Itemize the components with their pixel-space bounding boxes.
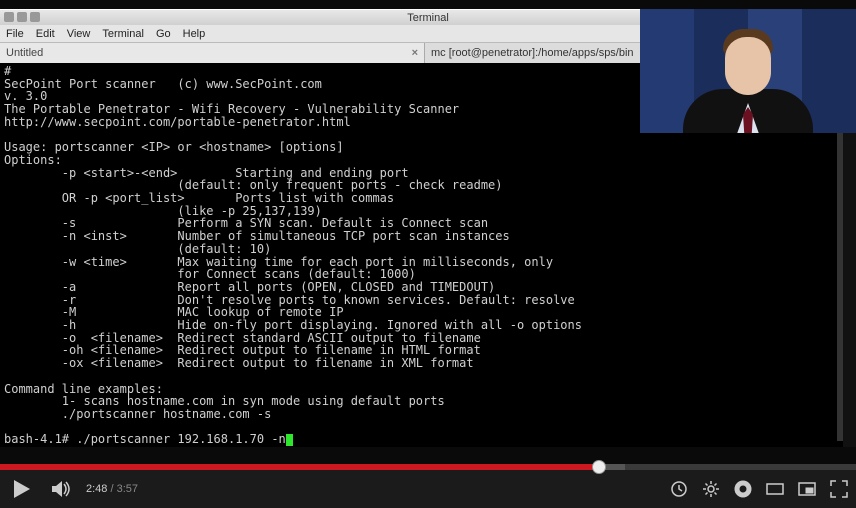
menu-terminal[interactable]: Terminal bbox=[102, 28, 144, 40]
theater-button[interactable] bbox=[764, 478, 786, 500]
terminal-cursor-icon bbox=[286, 434, 293, 446]
progress-handle-icon[interactable] bbox=[592, 460, 606, 474]
volume-button[interactable] bbox=[44, 470, 80, 508]
size-icon bbox=[798, 480, 816, 498]
annotations-button[interactable] bbox=[732, 478, 754, 500]
time-duration: 3:57 bbox=[117, 483, 138, 495]
terminal-command: ./portscanner 192.168.1.70 -n bbox=[76, 432, 286, 446]
menu-go[interactable]: Go bbox=[156, 28, 171, 40]
tab-untitled[interactable]: Untitled × bbox=[0, 43, 425, 63]
clock-icon bbox=[670, 480, 688, 498]
volume-icon bbox=[52, 480, 72, 498]
terminal-prompt: bash-4.1# bbox=[4, 432, 76, 446]
webcam-overlay bbox=[640, 9, 856, 133]
settings-button[interactable] bbox=[700, 478, 722, 500]
fullscreen-icon bbox=[830, 480, 848, 498]
fullscreen-button[interactable] bbox=[828, 478, 850, 500]
terminal-output: # SecPoint Port scanner (c) www.SecPoint… bbox=[4, 64, 582, 421]
play-icon bbox=[14, 480, 30, 498]
video-controls: 2:48 / 3:57 bbox=[0, 470, 856, 508]
watch-later-button[interactable] bbox=[668, 478, 690, 500]
gear-icon bbox=[702, 480, 720, 498]
window-minimize-icon[interactable] bbox=[4, 12, 14, 22]
size-button[interactable] bbox=[796, 478, 818, 500]
window-close-icon[interactable] bbox=[30, 12, 40, 22]
play-button[interactable] bbox=[0, 470, 44, 508]
menu-edit[interactable]: Edit bbox=[36, 28, 55, 40]
close-icon[interactable]: × bbox=[412, 47, 418, 59]
menu-help[interactable]: Help bbox=[183, 28, 206, 40]
menu-view[interactable]: View bbox=[67, 28, 91, 40]
window-maximize-icon[interactable] bbox=[17, 12, 27, 22]
time-current: 2:48 bbox=[86, 483, 107, 495]
time-display: 2:48 / 3:57 bbox=[86, 483, 138, 495]
tab-label: Untitled bbox=[6, 47, 43, 59]
tab-label: mc [root@penetrator]:/home/apps/sps/bin bbox=[431, 47, 634, 59]
annotations-icon bbox=[734, 480, 752, 498]
window-title: Terminal bbox=[407, 12, 449, 24]
theater-icon bbox=[766, 480, 784, 498]
menu-file[interactable]: File bbox=[6, 28, 24, 40]
